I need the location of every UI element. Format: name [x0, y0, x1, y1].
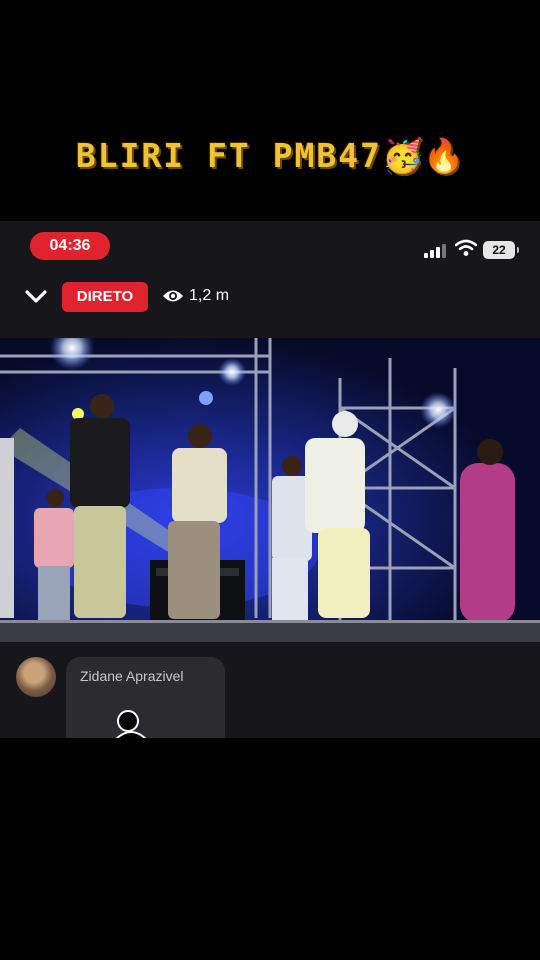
comment-bubble: Zidane Aprazivel — [66, 657, 225, 738]
wifi-icon — [455, 239, 477, 256]
live-stream-screenshot: 04:36 22 DIRETO 1,2 m Zidane Aprazivel — [0, 221, 540, 738]
stage-floor — [0, 622, 540, 642]
chevron-down-icon[interactable] — [24, 287, 48, 307]
sticker-icon — [115, 710, 147, 738]
live-header: DIRETO 1,2 m — [0, 279, 540, 315]
signal-icon — [424, 242, 446, 258]
status-time: 04:36 — [30, 232, 110, 260]
comment-author: Zidane Aprazivel — [80, 668, 184, 684]
caption-text: BLIRI FT PMB47 — [75, 136, 382, 175]
viewer-count: 1,2 m — [189, 287, 230, 304]
battery-icon: 22 — [483, 241, 519, 259]
live-video[interactable] — [0, 338, 540, 642]
video-caption: BLIRI FT PMB47🥳🔥 — [0, 136, 540, 176]
caption-emojis: 🥳🔥 — [381, 136, 465, 175]
status-bar: 04:36 22 — [0, 221, 540, 271]
chat-area: Zidane Aprazivel — [0, 657, 540, 738]
eye-icon — [163, 290, 183, 302]
live-badge: DIRETO — [62, 282, 148, 312]
avatar[interactable] — [16, 657, 56, 697]
